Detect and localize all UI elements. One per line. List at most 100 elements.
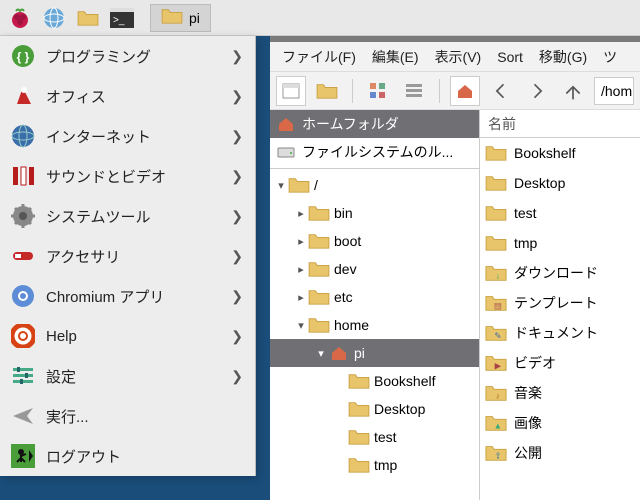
folder-icon bbox=[348, 426, 370, 448]
menu-system-tools[interactable]: システムツール ❯ bbox=[0, 196, 255, 236]
system-icon bbox=[10, 203, 36, 229]
filemanager-icon[interactable] bbox=[72, 2, 104, 34]
menu-view[interactable]: 表示(V) bbox=[429, 45, 488, 69]
menu-office[interactable]: オフィス ❯ bbox=[0, 76, 255, 116]
fm-sidebar: ホームフォルダ ファイルシステムのル... ▾/▸bin▸boot▸dev▸et… bbox=[270, 110, 480, 500]
expander-icon[interactable]: ▾ bbox=[274, 179, 288, 192]
file-row[interactable]: ✎ドキュメント bbox=[480, 318, 640, 348]
file-row[interactable]: test bbox=[480, 198, 640, 228]
file-row[interactable]: ⇪ 公開 bbox=[480, 438, 640, 468]
svg-text:♪: ♪ bbox=[496, 392, 500, 401]
place-home[interactable]: ホームフォルダ bbox=[270, 110, 479, 138]
forward-button[interactable] bbox=[522, 76, 552, 106]
tree-node[interactable]: ▸etc bbox=[270, 283, 479, 311]
expander-icon[interactable]: ▸ bbox=[294, 235, 308, 248]
file-row[interactable]: ▲ 画像 bbox=[480, 408, 640, 438]
menu-help[interactable]: Help ❯ bbox=[0, 316, 255, 356]
svg-text:▤: ▤ bbox=[494, 302, 502, 311]
file-label: 画像 bbox=[514, 413, 542, 433]
menu-sound-video[interactable]: サウンドとビデオ ❯ bbox=[0, 156, 255, 196]
tree-label: boot bbox=[334, 233, 361, 249]
column-header-name[interactable]: 名前 bbox=[480, 110, 640, 138]
folder-icon bbox=[288, 174, 310, 196]
menu-go[interactable]: 移動(G) bbox=[533, 45, 593, 69]
expander-icon[interactable]: ▾ bbox=[294, 319, 308, 332]
view-list-button[interactable] bbox=[399, 76, 429, 106]
tree-label: pi bbox=[354, 345, 365, 361]
file-label: 音楽 bbox=[514, 383, 542, 403]
tree-node[interactable]: ▾ pi bbox=[270, 339, 479, 367]
file-row[interactable]: ▶ビデオ bbox=[480, 348, 640, 378]
tree-node[interactable]: tmp bbox=[270, 451, 479, 479]
home-button[interactable] bbox=[450, 76, 480, 106]
file-row[interactable]: Desktop bbox=[480, 168, 640, 198]
logout-icon bbox=[10, 443, 36, 469]
file-label: tmp bbox=[514, 235, 537, 251]
tree-node[interactable]: ▸ boot bbox=[270, 227, 479, 255]
menu-file[interactable]: ファイル(F) bbox=[276, 45, 362, 69]
expander-icon[interactable]: ▸ bbox=[294, 207, 308, 220]
accessory-icon bbox=[10, 243, 36, 269]
menu-settings[interactable]: 設定 ❯ bbox=[0, 356, 255, 396]
tree-node[interactable]: ▾home bbox=[270, 311, 479, 339]
folder-pub-icon: ⇪ bbox=[484, 441, 508, 465]
file-row[interactable]: Bookshelf bbox=[480, 138, 640, 168]
up-button[interactable] bbox=[558, 76, 588, 106]
menu-chromium[interactable]: Chromium アプリ ❯ bbox=[0, 276, 255, 316]
folder-dl-icon: ↓ bbox=[484, 261, 508, 285]
chevron-right-icon: ❯ bbox=[231, 168, 243, 185]
tree-label: / bbox=[314, 177, 318, 193]
help-icon bbox=[10, 323, 36, 349]
folder-pic-icon: ▲ bbox=[484, 411, 508, 435]
tree-node[interactable]: Desktop bbox=[270, 395, 479, 423]
tree-node[interactable]: ▸bin bbox=[270, 199, 479, 227]
file-row[interactable]: ↓ダウンロード bbox=[480, 258, 640, 288]
chevron-right-icon: ❯ bbox=[231, 328, 243, 345]
view-icons-button[interactable] bbox=[363, 76, 393, 106]
tree-node[interactable]: test bbox=[270, 423, 479, 451]
tree-node[interactable]: ▸dev bbox=[270, 255, 479, 283]
file-label: 公開 bbox=[514, 443, 542, 463]
folder-icon bbox=[161, 7, 183, 28]
expander-icon[interactable]: ▾ bbox=[314, 347, 328, 360]
tree-node[interactable]: ▾/ bbox=[270, 171, 479, 199]
menu-sort[interactable]: Sort bbox=[491, 47, 529, 67]
expander-icon[interactable]: ▸ bbox=[294, 291, 308, 304]
new-folder-button[interactable] bbox=[312, 76, 342, 106]
menu-edit[interactable]: 編集(E) bbox=[366, 45, 425, 69]
menu-run[interactable]: 実行... bbox=[0, 396, 255, 436]
menu-internet[interactable]: インターネット ❯ bbox=[0, 116, 255, 156]
taskbar-active-app[interactable]: pi bbox=[150, 4, 211, 32]
file-row[interactable]: ♪ 音楽 bbox=[480, 378, 640, 408]
folder-icon bbox=[348, 454, 370, 476]
menu-accessories[interactable]: アクセサリ ❯ bbox=[0, 236, 255, 276]
file-row[interactable]: ▤テンプレート bbox=[480, 288, 640, 318]
separator bbox=[439, 79, 440, 103]
menu-tools[interactable]: ツ bbox=[597, 45, 623, 69]
folder-icon bbox=[484, 171, 508, 195]
raspberry-menu-icon[interactable] bbox=[4, 2, 36, 34]
place-filesystem[interactable]: ファイルシステムのル... bbox=[270, 138, 479, 166]
menu-logout[interactable]: ログアウト bbox=[0, 436, 255, 476]
tree-node[interactable]: Bookshelf bbox=[270, 367, 479, 395]
folder-icon bbox=[484, 201, 508, 225]
path-text: /hom bbox=[601, 83, 632, 99]
menu-label: アクセサリ bbox=[46, 246, 231, 267]
menu-programming[interactable]: { } プログラミング ❯ bbox=[0, 36, 255, 76]
tree-label: tmp bbox=[374, 457, 397, 473]
run-icon bbox=[10, 403, 36, 429]
expander-icon[interactable]: ▸ bbox=[294, 263, 308, 276]
menu-label: 設定 bbox=[46, 366, 231, 387]
menu-label: ログアウト bbox=[46, 446, 243, 467]
file-manager-window: ファイル(F) 編集(E) 表示(V) Sort 移動(G) ツ /hom ホー… bbox=[270, 36, 640, 500]
folder-icon bbox=[484, 231, 508, 255]
file-row[interactable]: tmp bbox=[480, 228, 640, 258]
path-input[interactable]: /hom bbox=[594, 77, 634, 105]
chevron-right-icon: ❯ bbox=[231, 48, 243, 65]
disk-icon bbox=[276, 142, 296, 162]
back-button[interactable] bbox=[486, 76, 516, 106]
svg-text:{ }: { } bbox=[17, 50, 30, 64]
browser-icon[interactable] bbox=[38, 2, 70, 34]
new-tab-button[interactable] bbox=[276, 76, 306, 106]
terminal-icon[interactable]: >_ bbox=[106, 2, 138, 34]
